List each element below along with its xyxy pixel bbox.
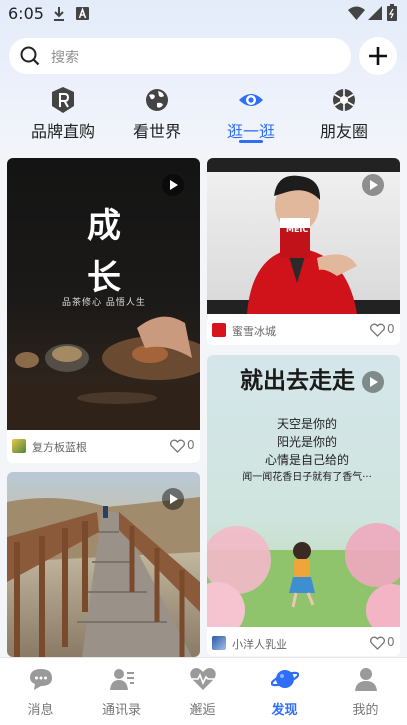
download-icon (54, 7, 64, 21)
card-meta: 小洋人乳业 0 (207, 629, 400, 656)
search-input[interactable]: 搜索 (9, 38, 351, 74)
avatar[interactable] (212, 323, 226, 337)
wifi-icon (348, 6, 365, 20)
heart-pulse-icon (189, 668, 216, 690)
image-text-growth-2: 长 (87, 258, 121, 298)
like-count: 0 (187, 438, 195, 452)
nav-label: 消息 (27, 703, 54, 718)
plus-icon (369, 47, 387, 65)
avatar[interactable] (212, 636, 226, 650)
author-name[interactable]: 复方板蓝根 (32, 439, 87, 455)
feed-card[interactable]: MEIC 蜜雪冰城 0 (207, 158, 400, 345)
bottom-nav: 消息 通讯录 邂逅 发现 我的 (0, 657, 407, 725)
contacts-icon (109, 669, 134, 690)
card-image (207, 355, 400, 627)
image-text-growth-1: 成 (87, 206, 121, 246)
nav-contacts[interactable]: 通讯录 (81, 666, 162, 718)
heart-icon[interactable] (170, 439, 185, 453)
image-caption: 品茶修心 品悟人生 (62, 298, 146, 308)
author-name[interactable]: 小洋人乳业 (232, 636, 287, 652)
active-tab-indicator (239, 140, 263, 143)
eye-icon (239, 94, 263, 106)
aperture-icon (333, 89, 355, 111)
feed-card[interactable] (7, 472, 200, 657)
play-icon[interactable] (362, 174, 384, 196)
image-text-go-out: 就出去走走 (240, 368, 355, 394)
add-button[interactable] (359, 37, 397, 75)
nav-label: 通讯录 (101, 703, 141, 718)
poem-line: 阳光是你的 (276, 435, 337, 449)
battery-icon (387, 4, 397, 21)
person-icon (354, 668, 377, 691)
tab-brand-direct[interactable]: 品牌直购 (15, 86, 111, 144)
poem-line: 闻一闻花香日子就有了香气··· (242, 472, 372, 483)
globe-icon (146, 89, 168, 111)
chat-icon (29, 669, 52, 690)
like-count: 0 (387, 322, 395, 336)
nav-discover[interactable]: 发现 (244, 666, 325, 718)
image-poem: 天空是你的 阳光是你的 心情是自己给的 闻一闻花香日子就有了香气··· (227, 415, 387, 487)
card-meta: 复方板蓝根 0 (7, 432, 200, 460)
heart-icon[interactable] (370, 323, 385, 337)
tab-label: 朋友圈 (319, 122, 368, 141)
feed-card[interactable]: 就出去走走 天空是你的 阳光是你的 心情是自己给的 闻一闻花香日子就有了香气··… (207, 355, 400, 656)
nav-label: 邂逅 (189, 703, 216, 718)
tab-label: 品牌直购 (30, 122, 95, 141)
nav-messages[interactable]: 消息 (0, 666, 81, 718)
nav-label: 我的 (352, 703, 379, 718)
tab-label: 看世界 (132, 122, 181, 141)
nav-profile[interactable]: 我的 (325, 666, 406, 718)
status-bar: 6:05 (0, 0, 407, 28)
tab-see-world[interactable]: 看世界 (109, 86, 205, 144)
play-icon[interactable] (162, 488, 184, 510)
like-count: 0 (387, 635, 395, 649)
nav-label: 发现 (271, 703, 298, 718)
poem-line: 天空是你的 (276, 417, 337, 431)
author-name[interactable]: 蜜雪冰城 (232, 323, 276, 339)
status-time: 6:05 (8, 4, 44, 23)
avatar[interactable] (12, 439, 26, 453)
nav-encounter[interactable]: 邂逅 (162, 666, 243, 718)
a-box-icon (76, 7, 89, 20)
tab-moments[interactable]: 朋友圈 (296, 86, 392, 144)
poem-line: 心情是自己给的 (264, 453, 349, 467)
heart-icon[interactable] (370, 636, 385, 650)
feed-card[interactable]: 成 长 品茶修心 品悟人生 复方板蓝根 0 (7, 158, 200, 463)
signal-icon (368, 6, 382, 20)
search-placeholder: 搜索 (51, 50, 79, 66)
card-meta: 蜜雪冰城 0 (207, 316, 400, 344)
play-icon[interactable] (162, 174, 184, 196)
search-icon (20, 46, 40, 66)
tab-browse[interactable]: 逛一逛 (203, 86, 299, 144)
planet-icon (270, 670, 299, 688)
image-label: MEIC (286, 225, 309, 234)
brand-r-icon (52, 87, 74, 113)
tab-label: 逛一逛 (226, 122, 275, 141)
play-icon[interactable] (362, 371, 384, 393)
